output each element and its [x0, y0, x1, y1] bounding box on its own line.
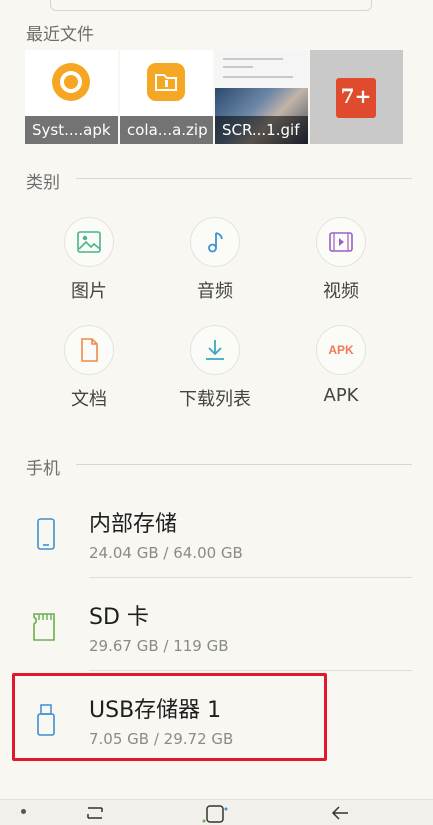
category-documents[interactable]: 文档 — [29, 325, 149, 411]
recent-file-name: cola...a.zip — [120, 116, 213, 144]
top-panel-edge — [0, 0, 433, 12]
recent-file-name: SCR...1.gif — [215, 116, 308, 144]
storage-usage: 24.04 GB / 64.00 GB — [89, 544, 243, 562]
category-images[interactable]: 图片 — [29, 217, 149, 303]
storage-name: 内部存储 — [89, 512, 178, 537]
music-note-icon — [208, 232, 223, 253]
back-icon[interactable] — [330, 804, 350, 822]
recent-files-heading: 最近文件 — [26, 25, 94, 45]
android-oreo-icon — [52, 63, 90, 101]
image-icon — [77, 231, 101, 253]
nav-dot-icon[interactable] — [21, 809, 26, 814]
section-divider — [76, 464, 412, 465]
category-video[interactable]: 视频 — [281, 217, 401, 303]
category-label: 文档 — [71, 389, 107, 410]
category-heading: 类别 — [26, 173, 60, 193]
category-label: 图片 — [71, 281, 107, 302]
phone-heading: 手机 — [26, 459, 60, 479]
category-label: 视频 — [323, 281, 359, 302]
storage-usage: 29.67 GB / 119 GB — [89, 637, 229, 655]
sd-card-icon — [33, 613, 55, 641]
storage-sd-card[interactable]: SD 卡 29.67 GB / 119 GB — [26, 587, 412, 679]
section-divider — [76, 178, 412, 179]
document-icon — [81, 338, 98, 362]
recent-file-name: Syst....apk — [25, 116, 118, 144]
category-audio[interactable]: 音频 — [155, 217, 275, 303]
recent-file-gif[interactable]: SCR...1.gif — [215, 50, 308, 144]
recent-file-zip[interactable]: cola...a.zip — [120, 50, 213, 144]
selection-highlight — [12, 673, 327, 761]
category-label: 音频 — [197, 281, 233, 302]
zip-folder-icon — [147, 63, 185, 101]
recent-file-logo[interactable]: 7+ — [310, 50, 403, 144]
storage-name: SD 卡 — [89, 605, 149, 630]
recent-file-apk[interactable]: Syst....apk — [25, 50, 118, 144]
category-label: APK — [323, 385, 359, 406]
navigation-bar — [0, 799, 433, 825]
category-apk[interactable]: APK APK — [281, 325, 401, 406]
download-icon — [206, 340, 224, 360]
category-downloads[interactable]: 下载列表 — [155, 325, 275, 411]
app-logo-7plus: 7+ — [336, 78, 376, 118]
category-label: 下载列表 — [179, 389, 251, 410]
recent-apps-icon[interactable] — [84, 804, 106, 822]
storage-internal[interactable]: 内部存储 24.04 GB / 64.00 GB — [26, 494, 412, 586]
recent-files-strip: Syst....apk cola...a.zip SCR...1.gif 7+ — [25, 50, 405, 144]
list-divider — [89, 577, 412, 578]
list-divider — [89, 670, 412, 671]
phone-icon — [37, 518, 55, 550]
video-icon — [329, 232, 353, 252]
home-icon[interactable] — [202, 804, 228, 824]
apk-icon: APK — [328, 343, 354, 357]
